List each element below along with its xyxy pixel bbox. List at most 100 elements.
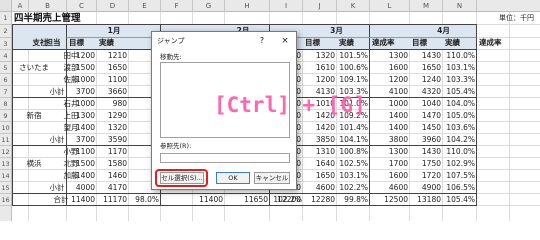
jan-target-cell[interactable]: 3700	[67, 134, 95, 146]
mar-rate-cell[interactable]: 101.4%	[337, 122, 368, 134]
jan-target-cell[interactable]: 1500	[67, 158, 95, 170]
jan-target-cell[interactable]: 3700	[67, 86, 95, 98]
apr-actual-cell[interactable]: 1720	[410, 170, 441, 182]
jan-target-cell[interactable]: 1400	[67, 170, 95, 182]
header-actual-jan: 実績	[99, 38, 114, 47]
header-rate-mar: 達成率	[372, 38, 395, 47]
jan-target-cell[interactable]: 11400	[67, 194, 95, 206]
mar-rate-cell[interactable]: 109.1%	[337, 74, 368, 86]
mar-rate-cell[interactable]: 100.8%	[337, 146, 368, 158]
apr-rate-cell[interactable]: 103.6%	[443, 122, 475, 134]
jan-actual-cell[interactable]: 4170	[97, 182, 127, 194]
header-target-mar: 目標	[305, 38, 320, 47]
apr-rate-cell[interactable]: 102.9%	[443, 158, 475, 170]
mar-target-cell[interactable]: 12200	[270, 194, 301, 206]
jan-actual-cell[interactable]: 1210	[97, 50, 127, 62]
apr-rate-cell[interactable]: 105.0%	[443, 110, 475, 122]
apr-rate-cell[interactable]: 103.1%	[443, 62, 475, 74]
apr-actual-cell[interactable]: 1240	[410, 74, 441, 86]
mar-actual-cell[interactable]: 1650	[303, 170, 335, 182]
mar-actual-cell[interactable]: 1200	[303, 74, 335, 86]
mar-rate-cell[interactable]: 104.1%	[337, 134, 368, 146]
mar-rate-cell[interactable]: 102.5%	[337, 158, 368, 170]
apr-target-cell[interactable]: 12500	[370, 194, 408, 206]
mar-actual-cell[interactable]: 4600	[303, 182, 335, 194]
jan-actual-cell[interactable]: 1170	[97, 146, 127, 158]
unit-label: 単位：千円	[499, 14, 534, 22]
dialog-close-button[interactable]: ×	[278, 35, 292, 47]
jan-actual-cell[interactable]: 11170	[97, 194, 127, 206]
apr-actual-cell[interactable]: 13180	[410, 194, 441, 206]
apr-rate-cell[interactable]: 107.5%	[443, 170, 475, 182]
jan-actual-cell[interactable]: 3660	[97, 86, 127, 98]
apr-actual-cell[interactable]: 1430	[410, 146, 441, 158]
reference-input[interactable]	[160, 153, 290, 163]
apr-target-cell[interactable]: 1600	[370, 62, 408, 74]
apr-actual-cell[interactable]: 4900	[410, 182, 441, 194]
jan-rate-cell[interactable]: 98.0%	[129, 194, 159, 206]
branch-cell[interactable]: 横浜	[14, 158, 54, 170]
apr-target-cell[interactable]: 1700	[370, 158, 408, 170]
mar-actual-cell[interactable]: 1420	[303, 122, 335, 134]
apr-actual-cell[interactable]: 1470	[410, 110, 441, 122]
cancel-button[interactable]: キャンセル	[254, 172, 290, 184]
apr-actual-cell[interactable]: 1650	[410, 62, 441, 74]
mar-actual-cell[interactable]: 3850	[303, 134, 335, 146]
mar-actual-cell[interactable]: 1640	[303, 158, 335, 170]
mar-rate-cell[interactable]: 100.6%	[337, 62, 368, 74]
special-select-button[interactable]: セル選択(S)...	[160, 172, 204, 184]
apr-rate-cell[interactable]: 110.0%	[443, 146, 475, 158]
apr-actual-cell[interactable]: 1430	[410, 50, 441, 62]
jan-target-cell[interactable]: 1100	[67, 146, 95, 158]
mar-rate-cell[interactable]: 102.2%	[337, 182, 368, 194]
jan-target-cell[interactable]: 1200	[67, 50, 95, 62]
apr-actual-cell[interactable]: 1040	[410, 98, 441, 110]
dialog-help-button[interactable]: ?	[256, 35, 268, 47]
apr-rate-cell[interactable]: 103.3%	[443, 74, 475, 86]
mar-actual-cell[interactable]: 1310	[303, 146, 335, 158]
month-header-mar: 3月	[330, 26, 343, 35]
apr-actual-cell[interactable]: 3960	[410, 134, 441, 146]
apr-rate-cell[interactable]: 110.0%	[443, 50, 475, 62]
branch-cell[interactable]: さいたま	[14, 62, 54, 74]
mar-actual-cell[interactable]: 1320	[303, 50, 335, 62]
mar-actual-cell[interactable]: 1610	[303, 62, 335, 74]
mar-rate-cell[interactable]: 99.8%	[337, 194, 368, 206]
apr-target-cell[interactable]: 1200	[370, 74, 408, 86]
jan-target-cell[interactable]: 1000	[67, 98, 95, 110]
feb-target-cell[interactable]: 11400	[193, 194, 223, 206]
jan-actual-cell[interactable]: 1580	[97, 158, 127, 170]
jan-actual-cell[interactable]: 3590	[97, 134, 127, 146]
apr-target-cell[interactable]: 1300	[370, 146, 408, 158]
apr-actual-cell[interactable]: 1750	[410, 158, 441, 170]
jan-target-cell[interactable]: 1400	[67, 122, 95, 134]
apr-rate-cell[interactable]: 104.0%	[443, 98, 475, 110]
apr-rate-cell[interactable]: 106.5%	[443, 182, 475, 194]
mar-rate-cell[interactable]: 101.5%	[337, 50, 368, 62]
apr-actual-cell[interactable]: 1450	[410, 122, 441, 134]
branch-cell[interactable]: 新宿	[14, 110, 54, 122]
apr-rate-cell[interactable]: 105.4%	[443, 86, 475, 98]
apr-rate-cell[interactable]: 105.4%	[443, 194, 475, 206]
header-person: 担当	[45, 38, 61, 47]
ok-button[interactable]: OK	[216, 172, 250, 184]
jan-actual-cell[interactable]: 1100	[97, 74, 127, 86]
mar-rate-cell[interactable]: 103.1%	[337, 170, 368, 182]
jan-actual-cell[interactable]: 1650	[97, 62, 127, 74]
jan-actual-cell[interactable]: 1460	[97, 170, 127, 182]
apr-rate-cell[interactable]: 104.2%	[443, 134, 475, 146]
jan-target-cell[interactable]: 4000	[67, 182, 95, 194]
jan-target-cell[interactable]: 1300	[67, 110, 95, 122]
apr-actual-cell[interactable]: 4320	[410, 86, 441, 98]
jan-target-cell[interactable]: 1500	[67, 62, 95, 74]
mar-actual-cell[interactable]: 12280	[303, 194, 335, 206]
jan-actual-cell[interactable]: 1320	[97, 122, 127, 134]
jan-actual-cell[interactable]: 1290	[97, 110, 127, 122]
apr-target-cell[interactable]: 3800	[370, 134, 408, 146]
apr-target-cell[interactable]: 1400	[370, 122, 408, 134]
apr-target-cell[interactable]: 1300	[370, 50, 408, 62]
jan-actual-cell[interactable]: 980	[97, 98, 127, 110]
apr-target-cell[interactable]: 4600	[370, 182, 408, 194]
jan-target-cell[interactable]: 1000	[67, 74, 95, 86]
apr-target-cell[interactable]: 1600	[370, 170, 408, 182]
